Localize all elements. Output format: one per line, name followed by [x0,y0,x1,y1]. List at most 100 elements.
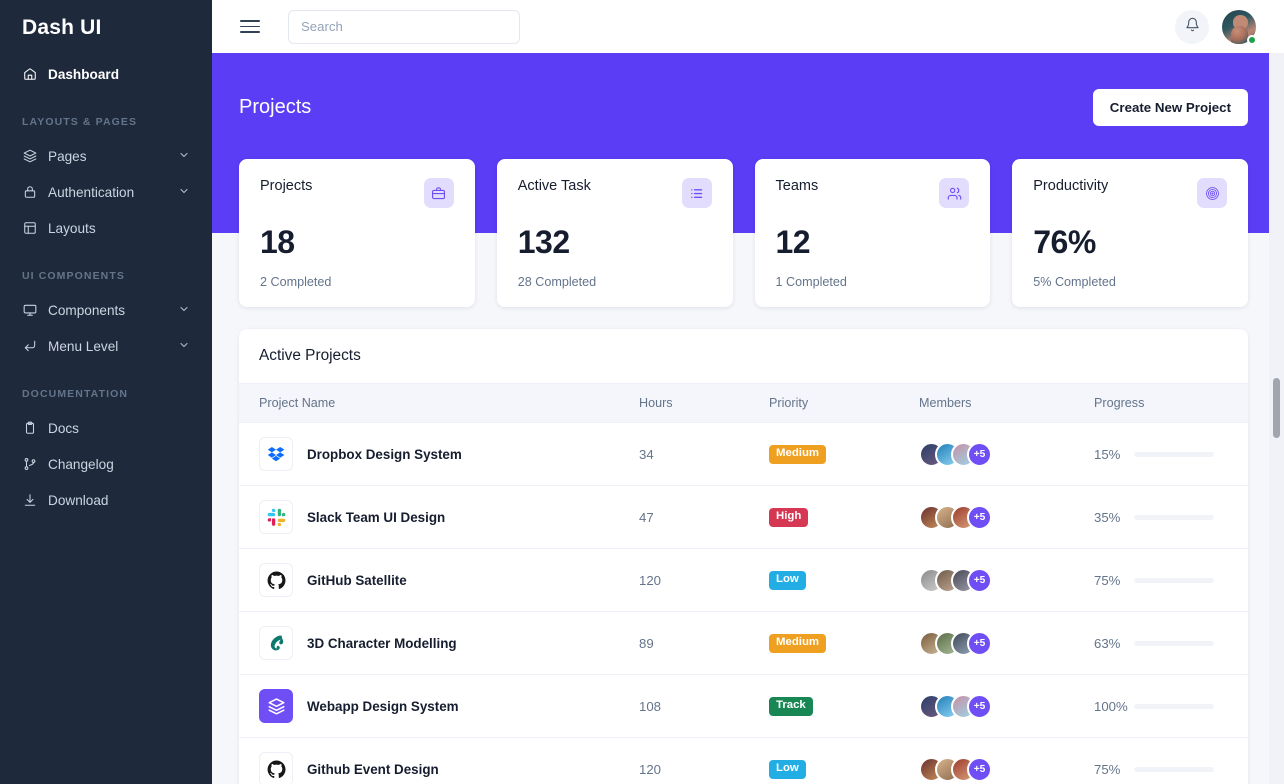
stat-card-productivity: Productivity76%5% Completed [1012,159,1248,307]
table-row[interactable]: Dropbox Design System34Medium+515% [239,423,1248,486]
chevron-down-icon[interactable] [178,303,190,318]
home-icon [22,67,37,82]
sidebar-group-title: LAYOUTS & PAGES [0,116,212,128]
progress-percent: 100% [1094,699,1134,714]
panel-title: Active Projects [239,329,1248,383]
sidebar-item-label: Download [48,493,190,508]
hamburger-icon[interactable] [240,17,260,37]
sidebar-item-docs[interactable]: Docs [0,410,212,446]
stat-label: Productivity [1033,178,1108,194]
progress-bar [1134,515,1214,520]
member-overflow-count[interactable]: +5 [967,631,992,656]
create-new-project-button[interactable]: Create New Project [1093,89,1248,126]
github-logo [259,563,293,597]
member-overflow-count[interactable]: +5 [967,568,992,593]
bell-icon [1185,17,1200,37]
stat-label: Active Task [518,178,591,194]
sidebar-item-label: Docs [48,421,190,436]
sidebar-item-label: Changelog [48,457,190,472]
member-avatar-stack: +5 [919,757,1094,782]
priority-badge: Track [769,697,813,715]
progress-percent: 75% [1094,762,1134,777]
list-icon [682,178,712,208]
dropbox-logo [259,437,293,471]
lock-icon [22,185,37,200]
topbar [212,0,1284,53]
progress-bar [1134,641,1214,646]
sidebar-item-menu-level[interactable]: Menu Level [0,328,212,364]
column-header[interactable]: Members [919,384,1094,423]
stat-card-projects: Projects182 Completed [239,159,475,307]
sidebar-item-pages[interactable]: Pages [0,138,212,174]
project-hours: 108 [639,675,769,738]
column-header[interactable]: Priority [769,384,919,423]
user-avatar-button[interactable] [1222,10,1256,44]
member-overflow-count[interactable]: +5 [967,757,992,782]
app-root: Dash UI Dashboard LAYOUTS & PAGES PagesAut… [0,0,1284,784]
notifications-button[interactable] [1175,10,1209,44]
page-scrollbar-thumb[interactable] [1273,378,1280,438]
layout-icon [22,221,37,236]
stat-subtext: 1 Completed [776,275,970,289]
layers-logo [259,689,293,723]
priority-badge: Low [769,571,806,589]
sidebar-item-label: Menu Level [48,339,178,354]
progress-percent: 35% [1094,510,1134,525]
sidebar: Dash UI Dashboard LAYOUTS & PAGES PagesAut… [0,0,212,784]
stat-label: Projects [260,178,312,194]
member-overflow-count[interactable]: +5 [967,694,992,719]
page-scrollbar[interactable] [1269,53,1284,784]
table-header: Project NameHoursPriorityMembersProgress [239,384,1248,423]
briefcase-icon [424,178,454,208]
project-name: Slack Team UI Design [307,510,445,525]
download-icon [22,493,37,508]
priority-badge: Medium [769,634,826,652]
sidebar-item-label: Components [48,303,178,318]
project-name: Webapp Design System [307,699,459,714]
envato-logo [259,626,293,660]
sidebar-item-components[interactable]: Components [0,292,212,328]
column-header[interactable]: Progress [1094,384,1248,423]
stat-label: Teams [776,178,819,194]
sidebar-item-dashboard[interactable]: Dashboard [0,56,212,92]
main-area: Projects Create New Project Projects182 … [212,0,1284,784]
corner-down-left-icon [22,339,37,354]
table-header-row: Project NameHoursPriorityMembersProgress [239,384,1248,423]
chevron-down-icon[interactable] [178,185,190,200]
project-hours: 34 [639,423,769,486]
member-overflow-count[interactable]: +5 [967,442,992,467]
member-overflow-count[interactable]: +5 [967,505,992,530]
stat-value: 132 [518,224,712,261]
chevron-down-icon[interactable] [178,149,190,164]
sidebar-nav: Dashboard LAYOUTS & PAGES PagesAuthenticat… [0,56,212,518]
table-row[interactable]: Github Event Design120Low+575% [239,738,1248,784]
stat-subtext: 2 Completed [260,275,454,289]
progress-percent: 75% [1094,573,1134,588]
clipboard-icon [22,421,37,436]
column-header[interactable]: Hours [639,384,769,423]
progress-bar [1134,767,1214,772]
sidebar-item-download[interactable]: Download [0,482,212,518]
search-input[interactable] [288,10,520,44]
brand-logo[interactable]: Dash UI [0,0,212,56]
table-body: Dropbox Design System34Medium+515% Slack … [239,423,1248,784]
column-header[interactable]: Project Name [239,384,639,423]
table-row[interactable]: GitHub Satellite120Low+575% [239,549,1248,612]
sidebar-item-authentication[interactable]: Authentication [0,174,212,210]
status-badge-online [1247,35,1257,45]
page-scroll-region: Projects Create New Project Projects182 … [212,53,1284,784]
table-row[interactable]: 3D Character Modelling89Medium+563% [239,612,1248,675]
stat-value: 12 [776,224,970,261]
table-row[interactable]: Slack Team UI Design47High+535% [239,486,1248,549]
page-title: Projects [239,96,311,119]
sidebar-item-changelog[interactable]: Changelog [0,446,212,482]
member-avatar-stack: +5 [919,505,1094,530]
member-avatar-stack: +5 [919,442,1094,467]
sidebar-item-label: Layouts [48,221,190,236]
project-hours: 47 [639,486,769,549]
chevron-down-icon[interactable] [178,339,190,354]
sidebar-group-title: DOCUMENTATION [0,388,212,400]
stat-card-teams: Teams 12 1 Completed [755,159,991,307]
table-row[interactable]: Webapp Design System 108Track +5 100% [239,675,1248,738]
sidebar-item-layouts[interactable]: Layouts [0,210,212,246]
